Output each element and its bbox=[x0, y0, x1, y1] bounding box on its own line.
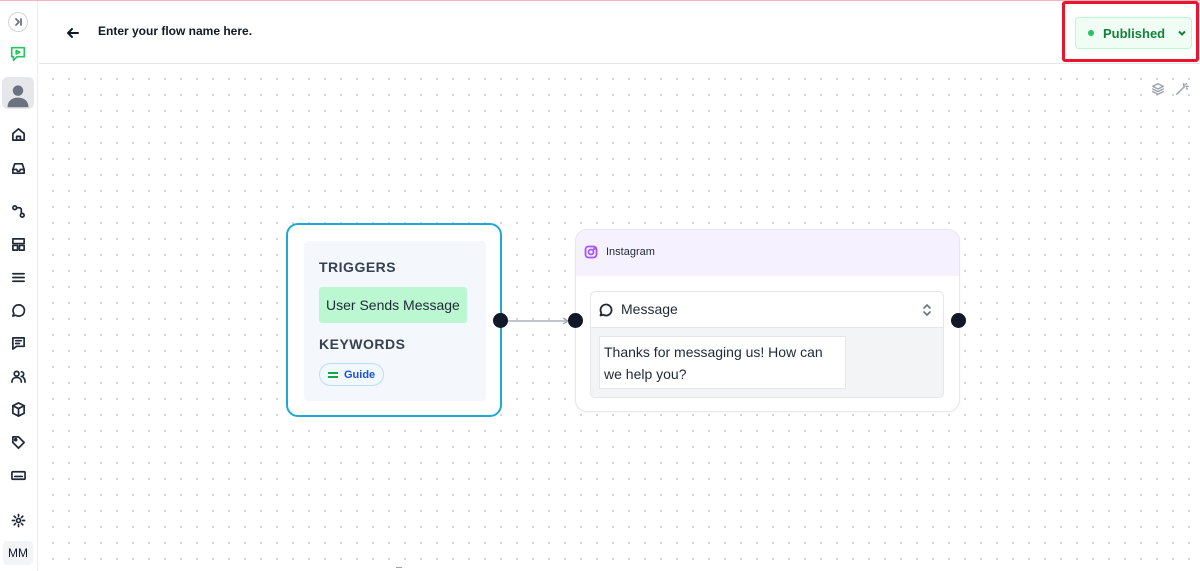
sidebar-item-chat[interactable] bbox=[0, 297, 36, 323]
trigger-chip[interactable]: User Sends Message bbox=[319, 287, 467, 323]
flow-canvas[interactable]: TRIGGERS User Sends Message KEYWORDS Gui… bbox=[39, 65, 1200, 571]
triggers-title: TRIGGERS bbox=[319, 259, 397, 275]
keyword-label: Guide bbox=[344, 368, 376, 381]
user-avatar-icon bbox=[7, 85, 29, 108]
action-output-handle[interactable] bbox=[951, 313, 966, 328]
messages-icon bbox=[11, 336, 25, 350]
package-icon bbox=[11, 401, 25, 417]
layers-button[interactable] bbox=[1149, 80, 1167, 98]
sidebar-item-tags[interactable] bbox=[0, 429, 36, 455]
status-dot bbox=[1088, 30, 1094, 36]
settings-icon bbox=[11, 513, 25, 527]
sidebar-item-messages[interactable] bbox=[0, 330, 36, 356]
flow-name-title[interactable]: Enter your flow name here. bbox=[98, 24, 252, 38]
home-icon bbox=[11, 127, 25, 141]
publish-status-dropdown[interactable]: Published bbox=[1075, 17, 1192, 49]
avatar[interactable] bbox=[0, 77, 36, 109]
trigger-panel: TRIGGERS User Sends Message KEYWORDS Gui… bbox=[304, 241, 486, 401]
sidebar-item-home[interactable] bbox=[0, 121, 36, 147]
keywords-title: KEYWORDS bbox=[319, 336, 406, 352]
action-input-handle[interactable] bbox=[568, 313, 583, 328]
keyword-chip[interactable]: Guide bbox=[319, 363, 385, 386]
sidebar-item-settings[interactable] bbox=[0, 507, 36, 533]
channel-label: Instagram bbox=[606, 246, 655, 258]
message-circle-icon bbox=[599, 303, 614, 318]
flows-icon bbox=[11, 204, 25, 218]
message-type-select[interactable]: Message bbox=[591, 292, 943, 328]
collapse-icon bbox=[15, 18, 22, 26]
sidebar-collapse-button[interactable] bbox=[0, 9, 36, 35]
message-type-label: Message bbox=[621, 301, 678, 317]
sidebar-item-products[interactable] bbox=[0, 396, 36, 422]
trigger-node[interactable]: TRIGGERS User Sends Message KEYWORDS Gui… bbox=[286, 223, 502, 417]
magic-wand-icon bbox=[1176, 83, 1189, 95]
equals-icon bbox=[328, 371, 338, 378]
status-label: Published bbox=[1103, 25, 1166, 41]
sidebar-item-contacts[interactable] bbox=[0, 363, 36, 389]
chat-icon bbox=[11, 303, 25, 317]
sidebar-item-flows[interactable] bbox=[0, 198, 36, 224]
instagram-icon bbox=[584, 245, 598, 259]
instagram-message-node[interactable]: Instagram Message Thanks for messaging u… bbox=[575, 229, 960, 412]
message-block[interactable]: Message Thanks for messaging us! How can… bbox=[590, 291, 944, 398]
user-initials: MM bbox=[3, 541, 33, 565]
chevrons-up-down-icon bbox=[921, 303, 933, 317]
sidebar-item-inbox[interactable] bbox=[0, 155, 36, 181]
layers-icon bbox=[1152, 83, 1164, 95]
sidebar: MM bbox=[0, 1, 38, 571]
keyboard-icon bbox=[10, 470, 26, 480]
inbox-icon bbox=[11, 162, 25, 174]
chevron-down-icon bbox=[1178, 30, 1186, 36]
node-header: Instagram bbox=[576, 230, 959, 276]
tag-icon bbox=[11, 435, 25, 449]
arrow-left-icon bbox=[67, 28, 79, 38]
sidebar-item-list[interactable] bbox=[0, 264, 36, 290]
message-text-box[interactable]: Thanks for messaging us! How can we help… bbox=[599, 336, 846, 389]
layout-icon bbox=[11, 237, 25, 251]
sidebar-item-keyboard[interactable] bbox=[0, 462, 36, 488]
magic-wand-button[interactable] bbox=[1173, 80, 1191, 98]
sidebar-item-layout[interactable] bbox=[0, 231, 36, 257]
trigger-output-handle[interactable] bbox=[493, 313, 508, 328]
contacts-icon bbox=[10, 370, 26, 383]
app-logo[interactable] bbox=[0, 41, 36, 67]
list-icon bbox=[11, 272, 25, 282]
flow-header: Enter your flow name here. Published bbox=[39, 1, 1200, 64]
logo-icon bbox=[10, 46, 26, 62]
canvas-cursor-mark bbox=[396, 567, 402, 571]
back-button[interactable] bbox=[63, 23, 83, 43]
user-initials-button[interactable]: MM bbox=[0, 541, 36, 565]
